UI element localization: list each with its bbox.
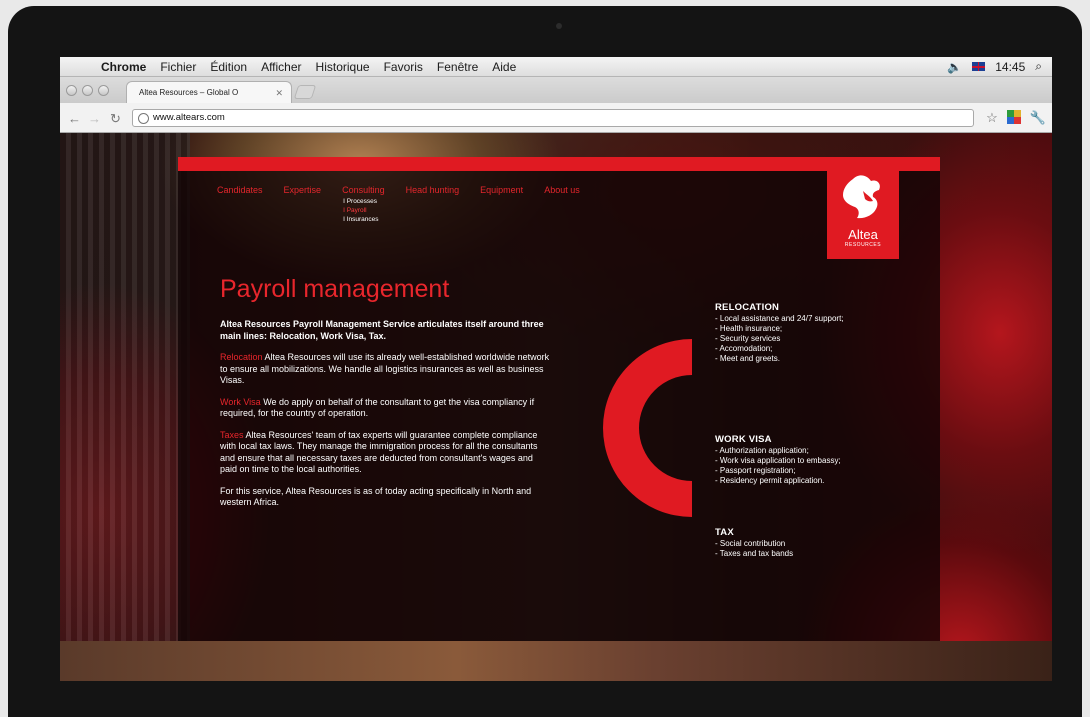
zoom-window-icon[interactable]	[98, 85, 109, 96]
workvisa-block: WORK VISA - Authorization application; -…	[715, 435, 841, 486]
menu-favoris[interactable]: Favoris	[377, 60, 430, 74]
uk-flag-icon[interactable]	[972, 62, 986, 71]
menu-afficher[interactable]: Afficher	[254, 60, 308, 74]
spotlight-search-icon[interactable]: ⌕	[1035, 59, 1042, 74]
main-text: Altea Resources Payroll Management Servi…	[220, 319, 550, 519]
flame-head-icon	[843, 175, 880, 219]
nav-candidates[interactable]: Candidates	[217, 185, 263, 195]
globe-icon	[138, 113, 149, 124]
relocation-item: - Local assistance and 24/7 support;	[715, 314, 844, 323]
workvisa-item: - Residency permit application.	[715, 476, 825, 485]
red-crescent-graphic	[603, 339, 692, 517]
taxes-text: Altea Resources' team of tax experts wil…	[220, 429, 538, 475]
mac-menubar: Chrome Fichier Édition Afficher Historiq…	[60, 57, 1052, 77]
minimize-window-icon[interactable]	[82, 85, 93, 96]
nav-consulting-label: Consulting	[342, 185, 385, 195]
consulting-submenu: I Processes I Payroll I Insurances	[343, 197, 378, 224]
nav-consulting[interactable]: Consulting I Processes I Payroll I Insur…	[342, 185, 385, 223]
nav-expertise[interactable]: Expertise	[284, 185, 322, 195]
tax-item: - Social contribution	[715, 539, 786, 548]
intro-paragraph: Altea Resources Payroll Management Servi…	[220, 319, 544, 341]
bookmark-star-icon[interactable]: ☆	[986, 110, 998, 126]
clock[interactable]: 14:45	[995, 60, 1025, 74]
workvisa-text: We do apply on behalf of the consultant …	[220, 396, 535, 419]
reload-icon[interactable]: ↻	[110, 111, 121, 127]
relocation-item: - Meet and greets.	[715, 354, 780, 363]
relocation-paragraph: Relocation Altea Resources will use its …	[220, 352, 550, 387]
menubar-status: 🔈 14:45 ⌕	[947, 59, 1052, 74]
submenu-insurances[interactable]: I Insurances	[343, 215, 378, 224]
workvisa-paragraph: Work Visa We do apply on behalf of the c…	[220, 397, 550, 420]
tax-item: - Taxes and tax bands	[715, 549, 794, 558]
url-text: www.altears.com	[153, 112, 225, 123]
menu-fenetre[interactable]: Fenêtre	[430, 60, 485, 74]
background-photo	[60, 133, 190, 681]
menu-fichier[interactable]: Fichier	[153, 60, 203, 74]
menu-app-chrome[interactable]: Chrome	[94, 60, 153, 74]
new-tab-button[interactable]	[293, 85, 317, 99]
submenu-processes[interactable]: I Processes	[343, 197, 378, 206]
workvisa-keyword: Work Visa	[220, 396, 261, 407]
logo-subtitle: RESOURCES	[844, 242, 882, 248]
relocation-text: Altea Resources will use its already wel…	[220, 352, 550, 385]
logo-name: Altea	[848, 227, 878, 242]
taxes-paragraph: Taxes Altea Resources' team of tax exper…	[220, 430, 550, 476]
window-controls	[66, 85, 109, 96]
volume-icon[interactable]: 🔈	[947, 60, 962, 74]
screen: Chrome Fichier Édition Afficher Historiq…	[60, 57, 1052, 681]
workvisa-item: - Work visa application to embassy;	[715, 456, 841, 465]
relocation-item: - Accomodation;	[715, 344, 773, 353]
tab-close-icon[interactable]: ✕	[275, 88, 283, 99]
relocation-item: - Security services	[715, 334, 781, 343]
workvisa-heading: WORK VISA	[715, 434, 772, 445]
site-nav: Candidates Expertise Consulting I Proces…	[217, 185, 601, 223]
extension-icon[interactable]	[1006, 110, 1021, 124]
menu-edition[interactable]: Édition	[203, 60, 254, 74]
wrench-menu-icon[interactable]: 🔧	[1030, 110, 1046, 126]
browser-tab[interactable]: Altea Resources – Global O ✕	[126, 81, 292, 103]
relocation-block: RELOCATION - Local assistance and 24/7 s…	[715, 303, 844, 364]
nav-equipment[interactable]: Equipment	[480, 185, 523, 195]
altea-logo[interactable]: Altea RESOURCES	[827, 171, 899, 259]
relocation-heading: RELOCATION	[715, 302, 780, 313]
submenu-payroll[interactable]: I Payroll	[343, 206, 378, 215]
tax-block: TAX - Social contribution - Taxes and ta…	[715, 528, 793, 559]
workvisa-item: - Passport registration;	[715, 466, 796, 475]
nav-about-us[interactable]: About us	[544, 185, 580, 195]
background-photo-floor	[60, 641, 1052, 681]
camera-dot	[556, 23, 562, 29]
address-bar[interactable]: www.altears.com	[132, 109, 974, 127]
browser-toolbar: ← → ↻ www.altears.com ☆ 🔧	[60, 103, 1052, 133]
web-page: Candidates Expertise Consulting I Proces…	[60, 133, 1052, 681]
menu-historique[interactable]: Historique	[309, 60, 377, 74]
relocation-keyword: Relocation	[220, 352, 263, 362]
page-title: Payroll management	[220, 275, 450, 303]
taxes-keyword: Taxes	[220, 429, 244, 440]
red-top-bar	[178, 157, 940, 171]
menu-aide[interactable]: Aide	[485, 60, 523, 74]
tab-title: Altea Resources – Global O	[139, 88, 239, 97]
relocation-item: - Health insurance;	[715, 324, 783, 333]
close-window-icon[interactable]	[66, 85, 77, 96]
forward-arrow-icon[interactable]: →	[88, 111, 101, 126]
toolbar-actions: ☆ 🔧	[986, 110, 1046, 126]
tax-heading: TAX	[715, 527, 734, 538]
nav-head-hunting[interactable]: Head hunting	[406, 185, 460, 195]
closing-paragraph: For this service, Altea Resources is as …	[220, 485, 532, 508]
tab-strip: Altea Resources – Global O ✕	[60, 77, 1052, 103]
back-arrow-icon[interactable]: ←	[68, 111, 81, 126]
workvisa-item: - Authorization application;	[715, 446, 809, 455]
